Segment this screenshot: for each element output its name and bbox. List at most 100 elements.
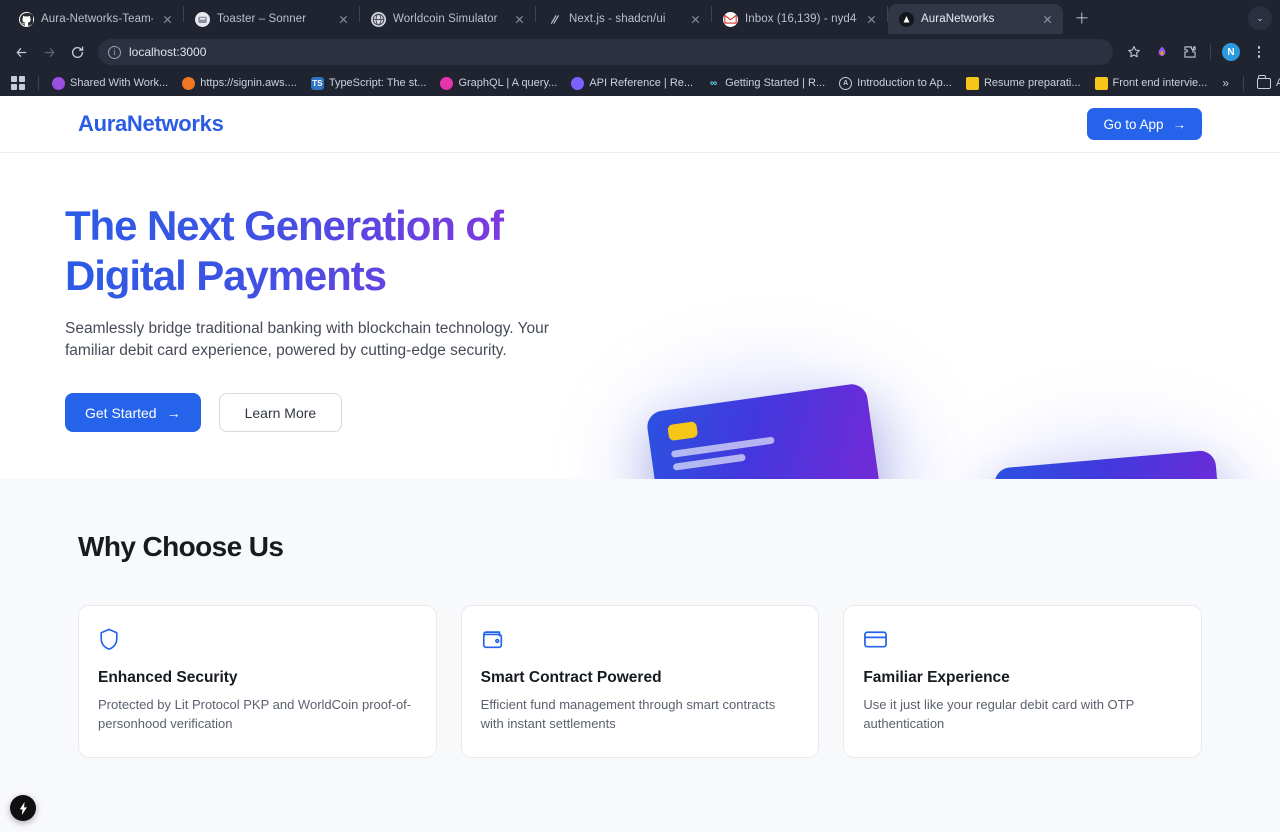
forward-button[interactable] — [36, 39, 62, 65]
hero-actions: Get Started → Learn More — [65, 393, 562, 433]
browser-tab-0[interactable]: Aura-Networks-Team-Bytes3 — [8, 4, 183, 34]
feature-title: Smart Contract Powered — [480, 669, 662, 686]
bookmark-item[interactable]: Front end intervie... — [1088, 75, 1215, 92]
bookmark-item[interactable]: GraphQL | A query... — [433, 75, 564, 92]
toaster-icon — [195, 11, 210, 27]
avatar-initial: N — [1222, 43, 1240, 61]
reload-button[interactable] — [64, 39, 90, 65]
debit-card-graphic-back — [645, 382, 885, 479]
page-viewport: AuraNetworks Go to App → The Next Genera… — [0, 96, 1280, 832]
lightning-bolt-icon[interactable] — [10, 795, 36, 821]
browser-chrome: Aura-Networks-Team-Bytes3 Toaster – Sonn… — [0, 0, 1280, 96]
bookmark-label: Front end intervie... — [1112, 77, 1208, 89]
close-icon[interactable] — [336, 12, 351, 27]
feature-card-enhanced-security: Enhanced Security Protected by Lit Proto… — [78, 605, 437, 759]
tab-title: Aura-Networks-Team-Bytes3 — [41, 13, 153, 25]
card-chip — [667, 421, 699, 442]
brand-logo[interactable]: AuraNetworks — [78, 111, 224, 137]
bookmarks-divider — [38, 75, 39, 91]
browser-tab-2[interactable]: Worldcoin Simulator — [360, 4, 535, 34]
wallet-icon — [481, 626, 800, 652]
browser-tab-3[interactable]: Next.js - shadcn/ui — [536, 4, 711, 34]
bookmark-item[interactable]: Resume preparati... — [959, 75, 1088, 92]
features-title: Why Choose Us — [78, 531, 284, 562]
bookmark-favicon — [440, 76, 454, 90]
close-icon[interactable] — [864, 12, 879, 27]
hero-title: The Next Generation of Digital Payments — [65, 201, 562, 300]
close-icon[interactable] — [512, 12, 527, 27]
feature-title: Enhanced Security — [98, 669, 238, 686]
address-bar[interactable]: i localhost:3000 — [98, 39, 1113, 65]
toolbar-actions: N — [1121, 39, 1272, 65]
go-to-app-button[interactable]: Go to App → — [1087, 108, 1202, 140]
bookmark-item[interactable]: A Introduction to Ap... — [832, 75, 959, 92]
feature-title: Familiar Experience — [863, 669, 1010, 686]
bookmark-label: TypeScript: The st... — [328, 77, 427, 89]
all-bookmarks-button[interactable]: All Bookmarks — [1250, 75, 1280, 91]
close-icon[interactable] — [688, 12, 703, 27]
site-info-icon[interactable]: i — [108, 45, 121, 59]
bookmark-item[interactable]: API Reference | Re... — [564, 75, 700, 92]
get-started-label: Get Started — [85, 404, 157, 421]
flame-extension-icon[interactable] — [1149, 39, 1175, 65]
tab-strip-right: ⌄ — [1248, 6, 1280, 34]
shield-icon — [98, 626, 417, 652]
site-header: AuraNetworks Go to App → — [0, 96, 1280, 153]
feature-description: Efficient fund management through smart … — [480, 697, 776, 731]
bookmark-favicon: A — [839, 76, 853, 90]
github-icon — [19, 11, 34, 27]
credit-card-icon — [863, 626, 1182, 652]
tab-title: Inbox (16,139) - nyd44533@ — [745, 13, 857, 25]
arrow-right-icon: → — [166, 404, 181, 421]
bookmark-label: Introduction to Ap... — [857, 77, 952, 89]
toolbar-divider — [1210, 44, 1211, 60]
browser-tab-5-active[interactable]: AuraNetworks — [888, 4, 1063, 34]
browser-window: Aura-Networks-Team-Bytes3 Toaster – Sonn… — [0, 0, 1280, 832]
tab-title: AuraNetworks — [921, 13, 995, 25]
folder-icon — [1094, 76, 1108, 90]
hero-section: The Next Generation of Digital Payments … — [0, 153, 1280, 479]
bookmark-item[interactable]: https://signin.aws.... — [175, 75, 304, 92]
feature-description: Protected by Lit Protocol PKP and WorldC… — [98, 697, 412, 731]
profile-avatar[interactable]: N — [1218, 39, 1244, 65]
bookmark-item[interactable]: TS TypeScript: The st... — [304, 75, 434, 92]
arrow-right-icon: → — [1172, 116, 1187, 132]
bookmark-star-icon[interactable] — [1121, 39, 1147, 65]
gmail-icon — [723, 11, 738, 27]
bookmark-favicon — [182, 76, 196, 90]
browser-toolbar: i localhost:3000 N — [0, 34, 1280, 70]
card-line — [672, 453, 746, 471]
back-button[interactable] — [8, 39, 34, 65]
bookmark-favicon: TS — [310, 76, 324, 90]
close-icon[interactable] — [1040, 12, 1055, 27]
feature-description: Use it just like your regular debit card… — [863, 697, 1135, 731]
hero-content: The Next Generation of Digital Payments … — [0, 153, 640, 433]
bookmark-label: GraphQL | A query... — [458, 77, 558, 89]
bookmark-label: Shared With Work... — [70, 77, 169, 89]
bookmark-item[interactable]: Shared With Work... — [45, 75, 175, 92]
new-tab-button[interactable] — [1069, 5, 1095, 31]
get-started-button[interactable]: Get Started → — [65, 393, 201, 433]
bookmarks-bar-right: » All Bookmarks — [1214, 75, 1280, 91]
close-icon[interactable] — [160, 12, 175, 27]
bookmarks-overflow-icon[interactable]: » — [1214, 76, 1237, 90]
browser-tab-4[interactable]: Inbox (16,139) - nyd44533@ — [712, 4, 887, 34]
chrome-menu-button[interactable] — [1246, 39, 1272, 65]
bookmark-favicon: ∞ — [709, 77, 718, 89]
url-text: localhost:3000 — [129, 45, 207, 59]
bookmark-item[interactable]: ∞ Getting Started | R... — [700, 75, 832, 92]
nextjs-icon — [547, 12, 562, 27]
folder-icon — [965, 76, 979, 90]
tab-strip: Aura-Networks-Team-Bytes3 Toaster – Sonn… — [0, 0, 1280, 34]
feature-card-familiar-experience: Familiar Experience Use it just like you… — [843, 605, 1202, 759]
learn-more-button[interactable]: Learn More — [218, 393, 343, 433]
extensions-puzzle-icon[interactable] — [1177, 39, 1203, 65]
feature-card-smart-contract: Smart Contract Powered Efficient fund ma… — [460, 605, 820, 759]
hero-subtitle: Seamlessly bridge traditional banking wi… — [65, 320, 549, 360]
bookmark-label: Resume preparati... — [983, 77, 1081, 89]
bookmark-favicon — [571, 76, 585, 90]
apps-grid-icon[interactable] — [8, 73, 28, 93]
browser-tab-1[interactable]: Toaster – Sonner — [184, 4, 359, 34]
tab-title: Worldcoin Simulator — [393, 13, 498, 25]
tab-search-chevron-down-icon[interactable]: ⌄ — [1248, 6, 1272, 30]
